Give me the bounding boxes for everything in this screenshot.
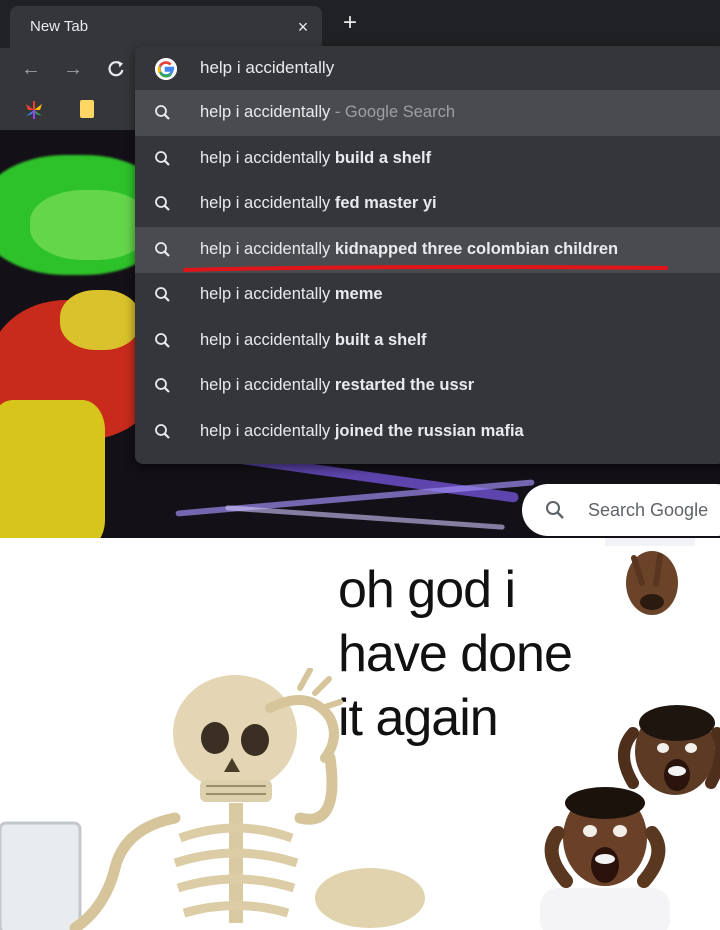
suggestion-completion: built a shelf [334, 330, 427, 349]
suggestion-prefix: help i accidentally [200, 376, 331, 394]
suggestion-prefix: help i accidentally [200, 330, 331, 349]
suggestion-completion: meme [334, 285, 383, 303]
shocked-child-image [540, 787, 670, 930]
search-icon [153, 103, 173, 123]
suggestion-row[interactable]: help i accidentally joined the russian m… [135, 409, 720, 455]
suggestion-completion: joined the russian mafia [334, 421, 524, 440]
tab-strip: New Tab × + [0, 0, 720, 48]
suggestion-completion: kidnapped three colombian children [334, 239, 619, 258]
bookmark-pinwheel-icon[interactable] [22, 98, 46, 122]
meme-panel: oh god i have done it again [0, 538, 720, 930]
search-icon [153, 422, 173, 442]
new-tab-icon[interactable]: + [338, 11, 362, 36]
suggestion-text: help i accidentally fed master yi [200, 194, 437, 213]
tab-new-tab[interactable]: New Tab × [10, 6, 322, 48]
suggestion-prefix: help i accidentally [200, 285, 331, 303]
suggestion-prefix: help i accidentally [200, 239, 331, 258]
search-icon [153, 285, 173, 305]
suggestion-text: help i accidentally - Google Search [200, 103, 455, 122]
skeleton-image [0, 668, 425, 930]
suggestion-prefix: help i accidentally [200, 148, 331, 167]
suggestion-separator: - [330, 103, 345, 121]
suggestion-prefix: help i accidentally [200, 421, 331, 440]
search-icon [153, 376, 173, 396]
red-underline-annotation [183, 264, 668, 272]
suggestion-suffix: Google Search [344, 103, 455, 121]
search-icon [153, 194, 173, 214]
back-arrow-icon[interactable]: ← [18, 56, 44, 82]
suggestion-row[interactable]: help i accidentally fed master yi [135, 181, 720, 227]
forward-arrow-icon[interactable]: → [60, 56, 86, 82]
suggestion-text: help i accidentally built a shelf [200, 331, 427, 350]
search-icon [153, 331, 173, 351]
browser-screenshot: New Tab × + ← → help i accidentally help… [0, 0, 720, 538]
search-google-box[interactable]: Search Google [522, 484, 720, 536]
suggestion-completion: fed master yi [334, 194, 437, 212]
suggestion-prefix: help i accidentally [200, 194, 331, 212]
google-g-icon [155, 58, 177, 80]
suggestion-row[interactable]: help i accidentally build a shelf [135, 136, 720, 182]
suggestion-row[interactable]: help i accidentally - Google Search [135, 90, 720, 136]
search-icon [153, 240, 173, 260]
omnibox-input[interactable]: help i accidentally [135, 46, 720, 90]
bookmark-note-icon[interactable] [80, 100, 94, 118]
omnibox-text: help i accidentally [200, 58, 335, 77]
suggestion-row[interactable]: help i accidentally restarted the ussr [135, 363, 720, 409]
upside-down-child-image [605, 538, 695, 615]
suggestion-completion: build a shelf [334, 148, 432, 167]
suggestion-text: help i accidentally restarted the ussr [200, 376, 474, 395]
search-google-label: Search Google [588, 500, 709, 520]
close-tab-icon[interactable]: × [292, 16, 314, 38]
suggestion-text: help i accidentally meme [200, 285, 383, 304]
suggestion-row[interactable]: help i accidentally built a shelf [135, 318, 720, 364]
suggestion-completion: restarted the ussr [334, 376, 475, 394]
suggestion-row[interactable]: help i accidentally meme [135, 272, 720, 318]
suggestion-text: help i accidentally joined the russian m… [200, 422, 524, 441]
search-icon [544, 499, 566, 521]
reload-icon[interactable] [103, 56, 129, 82]
suggestion-text: help i accidentally build a shelf [200, 149, 431, 168]
suggestion-prefix: help i accidentally [200, 103, 331, 121]
suggestion-text: help i accidentally kidnapped three colo… [200, 240, 618, 259]
omnibox-dropdown: help i accidentally help i accidentally … [135, 46, 720, 464]
tab-title: New Tab [30, 18, 89, 35]
search-icon [153, 149, 173, 169]
